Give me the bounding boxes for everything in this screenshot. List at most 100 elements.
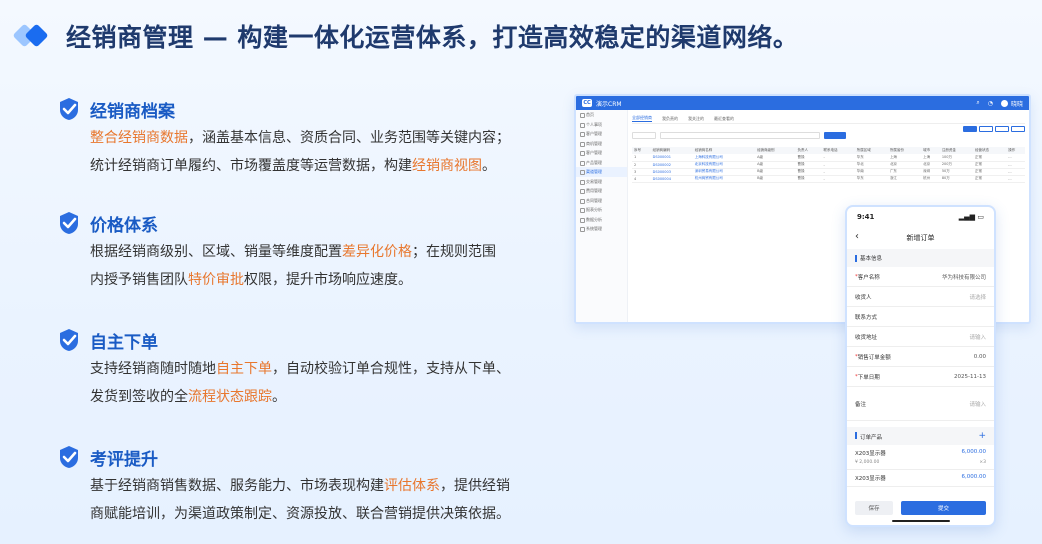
table-cell: 北京 (887, 161, 922, 169)
table-cell: DS000004 (650, 175, 693, 183)
mobile-order-screenshot: 9:41 ▂▄▆ ▭ ‹ 新增订单 基本信息 * 客户名称 华为科技有限公司 收货人请… (845, 205, 996, 527)
crm-search-row (632, 132, 1025, 139)
sidebar-item[interactable]: 报表分析 (576, 205, 627, 215)
import-button[interactable] (979, 126, 993, 132)
form-field[interactable]: * 销售订单金额 0.00 (847, 347, 994, 367)
more-button[interactable] (1011, 126, 1025, 132)
table-row[interactable]: 2 DS000002 北京科技有限公司 A级 曹操 - 华北 北京 北京 200万 正常... (632, 161, 1025, 169)
add-product-icon[interactable]: + (978, 431, 986, 441)
phone-nav-title: 新增订单 (906, 234, 935, 242)
back-chevron-icon[interactable]: ‹ (855, 231, 859, 242)
table-cell: 广东 (887, 168, 922, 176)
table-cell: 上海 (887, 154, 922, 162)
field-value[interactable]: 2025-11-13 (954, 374, 986, 380)
table-cell: 曹操 (795, 175, 822, 183)
crm-logo: CC (582, 99, 592, 107)
form-field[interactable]: 收货人 请选择 (847, 287, 994, 307)
field-value[interactable]: 华为科技有限公司 (942, 273, 986, 281)
product-item[interactable]: X203显示器 6,000.00 (847, 470, 994, 487)
table-header: 注册资金 (939, 147, 974, 154)
sidebar-item[interactable]: 渠道管理 (576, 167, 627, 177)
sidebar-item[interactable]: 个人事项 (576, 120, 627, 130)
table-cell: 杭州 (921, 175, 940, 183)
table-cell: 华东 (854, 175, 888, 183)
sidebar-item[interactable]: 客户管理 (576, 129, 627, 139)
table-cell: 深圳贸易有限公司 (692, 168, 756, 176)
export-button[interactable] (995, 126, 1009, 132)
highlight-text: 评估体系 (384, 478, 440, 494)
crm-app-name: 演示CRM (596, 100, 622, 108)
sidebar-item[interactable]: 费用管理 (576, 186, 627, 196)
sidebar-item[interactable]: 产品管理 (576, 158, 627, 168)
search-icon[interactable]: ⌕ (976, 99, 979, 107)
table-header: 操作 (1006, 147, 1025, 154)
section-body: 支持经销商随时随地自主下单，自动校验订单合规性，支持从下单、 发货到签收的全流程状… (90, 355, 556, 411)
body-text: ；在规则范围 (412, 244, 496, 260)
table-cell: B级 (755, 168, 796, 176)
save-button[interactable]: 保存 (855, 501, 893, 515)
submit-button[interactable]: 提交 (901, 501, 986, 515)
page-title: 经销商管理 — 构建一体化运营体系，打造高效稳定的渠道网络。 (66, 23, 799, 52)
crm-tab[interactable]: 最近查看的 (714, 116, 734, 122)
filter-select[interactable] (632, 132, 656, 139)
form-field[interactable]: 备注 请输入 (847, 387, 994, 421)
table-cell: 华东 (854, 154, 888, 162)
body-text: ，涵盖基本信息、资质合同、业务范围等关键内容； (188, 130, 510, 146)
field-label: 销售订单金额 (857, 354, 891, 361)
table-cell: DS000003 (650, 168, 693, 176)
product-item[interactable]: X203显示器 6,000.00 ¥ 2,000.00 ×3 (847, 445, 994, 470)
crm-tab[interactable]: 我关注的 (688, 116, 704, 122)
phone-footer: 保存 提交 (855, 501, 986, 515)
field-value[interactable]: 请选择 (969, 293, 986, 301)
sidebar-item[interactable]: 交易管理 (576, 177, 627, 187)
table-row[interactable]: 1 DS000001 上海科技有限公司 A级 曹操 - 华东 上海 上海 100万 正常... (632, 154, 1025, 162)
field-label: 联系方式 (855, 314, 878, 321)
section-title: 考评提升 (90, 449, 158, 470)
feature-section: 价格体系 根据经销商级别、区域、销量等维度配置差异化价格；在规则范围 内授予销售团队… (56, 210, 556, 294)
table-cell: 上海科技有限公司 (692, 154, 756, 162)
section-body: 根据经销商级别、区域、销量等维度配置差异化价格；在规则范围 内授予销售团队特价审批… (90, 238, 556, 294)
field-label: 收货人 (855, 294, 872, 301)
table-cell: 1 (632, 154, 651, 162)
search-button[interactable] (824, 132, 846, 139)
sidebar-item[interactable]: 数据分析 (576, 215, 627, 225)
body-text: ，自动校验订单合规性，支持从下单、 (272, 361, 510, 377)
table-header: 联系电话 (821, 147, 855, 154)
table-row[interactable]: 4 DS000004 杭州商贸有限公司 B级 曹操 - 华东 浙江 杭州 80万 正常... (632, 175, 1025, 183)
new-button[interactable] (963, 126, 977, 132)
field-value[interactable]: 请输入 (969, 333, 986, 341)
highlight-text: 自主下单 (216, 361, 272, 377)
field-value[interactable]: 请输入 (969, 400, 986, 408)
form-field[interactable]: * 客户名称 华为科技有限公司 (847, 267, 994, 287)
table-header: 经销商名称 (692, 147, 756, 154)
product-name: X203显示器 (855, 476, 886, 482)
table-cell: - (821, 161, 855, 169)
feature-section: 自主下单 支持经销商随时随地自主下单，自动校验订单合规性，支持从下单、 发货到签收的… (56, 327, 556, 411)
table-cell: ... (1006, 168, 1025, 176)
table-row[interactable]: 3 DS000003 深圳贸易有限公司 B级 曹操 - 华南 广东 深圳 50万 正常... (632, 168, 1025, 176)
sidebar-item[interactable]: 合同管理 (576, 196, 627, 206)
table-header: 所属区域 (854, 147, 888, 154)
crm-tab[interactable]: 全部经销商 (632, 115, 652, 122)
table-cell: 杭州商贸有限公司 (692, 175, 756, 183)
highlight-text: 整合经销商数据 (90, 130, 188, 146)
sidebar-item[interactable]: 首页 (576, 110, 627, 120)
crm-tab[interactable]: 我负责的 (662, 116, 678, 122)
form-field[interactable]: * 下单日期 2025-11-13 (847, 367, 994, 387)
avatar[interactable] (1000, 99, 1008, 107)
form-field[interactable]: 收货地址 请输入 (847, 327, 994, 347)
sidebar-item[interactable]: 系统管理 (576, 224, 627, 234)
body-text: 支持经销商随时随地 (90, 361, 216, 377)
table-cell: DS000002 (650, 161, 693, 169)
product-name: X203显示器 (855, 451, 886, 457)
table-cell: 曹操 (795, 168, 822, 176)
form-field[interactable]: 联系方式 (847, 307, 994, 327)
field-value[interactable]: 0.00 (974, 354, 986, 360)
body-text: 。 (272, 389, 286, 405)
search-input[interactable] (660, 132, 820, 139)
highlight-text: 经销商视图 (412, 158, 482, 174)
bell-icon[interactable]: ◔ (988, 100, 993, 107)
sidebar-item[interactable]: 商机管理 (576, 139, 627, 149)
sidebar-item[interactable]: 客户管理 (576, 148, 627, 158)
table-header: 序号 (632, 147, 651, 154)
